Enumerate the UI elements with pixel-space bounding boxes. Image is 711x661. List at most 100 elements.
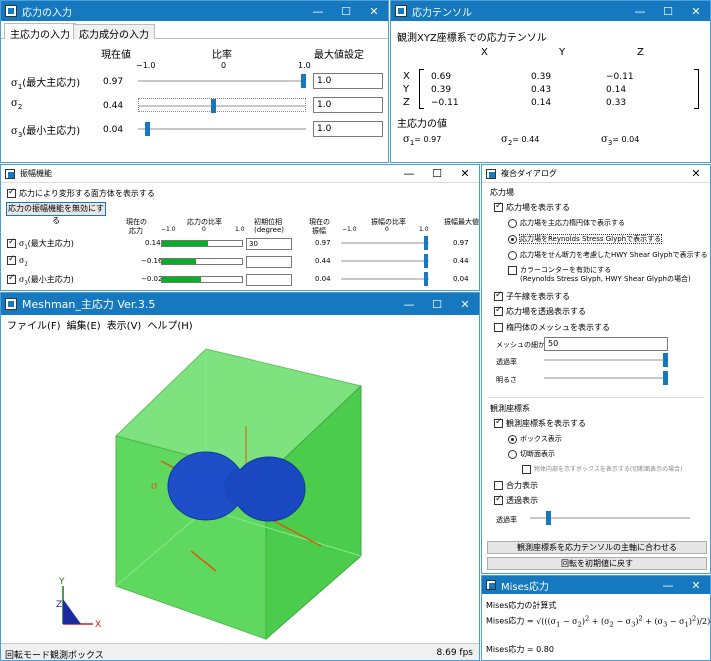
radio-reynolds[interactable]: 応力場をReynolds Stress Glyphで表示する <box>508 234 663 244</box>
group-stress-field: 応力場 <box>490 188 514 197</box>
vib-current-value: −0.02 <box>141 275 163 283</box>
slider-thumb[interactable] <box>424 254 428 268</box>
resultant-checkbox[interactable]: 合力表示 <box>494 480 538 491</box>
sigma-suffix: (最大主応力) <box>22 78 81 89</box>
tab-principal[interactable]: 主応力の入力 <box>4 23 76 41</box>
app-icon <box>395 5 407 17</box>
vib-row-checkbox[interactable] <box>7 237 16 248</box>
sigma-label: σ <box>151 481 158 492</box>
vib-amp-slider[interactable] <box>341 254 429 268</box>
vib-amp-max: 0.04 <box>453 275 469 283</box>
vib-phase-input[interactable] <box>246 274 292 286</box>
bright-slider[interactable] <box>544 371 668 385</box>
vib-amp-slider[interactable] <box>341 236 429 250</box>
deform-checkbox[interactable]: 応力により変形する面方体を表示する <box>7 187 155 199</box>
tab-components[interactable]: 応力成分の入力 <box>73 24 155 41</box>
vib-phase-input[interactable]: 30 <box>246 238 292 250</box>
vib-row-checkbox[interactable] <box>7 254 16 265</box>
menu-item[interactable]: 編集(E) <box>64 315 104 332</box>
matrix-bracket-left <box>419 69 424 109</box>
tensor-col-x: X <box>481 47 488 58</box>
slider-track <box>138 80 306 82</box>
minimize-icon[interactable]: — <box>654 579 682 592</box>
slider-thumb[interactable] <box>210 99 216 113</box>
viewport-3d[interactable]: σ Y Z X <box>1 331 479 643</box>
tensor-row-y: Y <box>403 84 410 95</box>
stress-max-input[interactable]: 1.0 <box>313 97 383 113</box>
close-icon[interactable]: ✕ <box>360 5 388 18</box>
maximize-icon[interactable]: ☐ <box>654 5 682 18</box>
stress-row-value: 0.04 <box>103 125 124 135</box>
ellipse-mesh-checkbox[interactable]: 楕円体のメッシュを表示する <box>494 322 610 333</box>
options-titlebar[interactable]: 複合ダイアログ ✕ <box>482 165 710 183</box>
menu-item[interactable]: 表示(V) <box>104 315 145 332</box>
axis-y-label: Y <box>58 577 65 587</box>
stress-ratio-slider[interactable] <box>138 122 306 136</box>
tensor-col-z: Z <box>637 47 644 58</box>
slider-track <box>341 260 429 262</box>
principal-number: = 0.04 <box>612 135 640 144</box>
close-icon[interactable]: ✕ <box>451 167 479 180</box>
bright-label: 明るさ <box>496 376 517 384</box>
slider-thumb[interactable] <box>301 74 306 88</box>
scale-mid: 0 <box>221 61 227 70</box>
close-icon[interactable]: ✕ <box>682 167 710 180</box>
show-field-checkbox[interactable]: 応力場を表示する <box>494 201 570 213</box>
menu-bar: ファイル(F) 編集(E) 表示(V) ヘルプ(H) <box>1 315 479 332</box>
vib-row-label[interactable]: σ2 <box>7 254 28 268</box>
principal-heading: 主応力の値 <box>397 119 447 130</box>
radio-hwy[interactable]: 応力場をせん断力を考慮したHWY Shear Glyphで表示する <box>508 250 708 260</box>
slider-thumb[interactable] <box>424 272 428 286</box>
vib-ratio-bar <box>161 276 243 283</box>
mises-titlebar[interactable]: Mises応力 — ✕ <box>482 576 710 594</box>
minimize-icon[interactable]: — <box>304 5 332 18</box>
disable-vibration-button[interactable]: 応力の振幅機能を無効にする <box>6 202 106 225</box>
reset-rotation-button[interactable]: 回転を初期値に戻す <box>487 557 707 570</box>
radio-section[interactable]: 切断面表示 <box>508 449 555 459</box>
stress-ratio-slider[interactable] <box>138 98 306 113</box>
tensor-row-x: X <box>403 71 410 82</box>
close-icon[interactable]: ✕ <box>451 298 479 311</box>
principal-value: σ1= 0.97 <box>403 134 441 147</box>
ratio-scale-max: 1.0 <box>235 226 245 233</box>
tensor-cell: 0.69 <box>431 72 452 82</box>
viewer-titlebar[interactable]: Meshman_主応力 Ver.3.5 — ☐ ✕ <box>1 293 479 315</box>
transparent2-checkbox[interactable]: 透過表示 <box>494 494 538 506</box>
transparent-checkbox[interactable]: 応力場を透過表示する <box>494 305 586 317</box>
vibration-window: 振幅機能 — ☐ ✕ 応力により変形する面方体を表示する 応力の振幅機能を無効に… <box>0 164 480 291</box>
vib-amp-slider[interactable] <box>341 272 429 286</box>
radio-ellipsoid[interactable]: 応力場を主応力楕円体で表示する <box>508 218 625 228</box>
vib-row-label[interactable]: σ1(最大主応力) <box>7 237 74 251</box>
sigma-symbol: σ <box>501 134 508 145</box>
transp2-slider[interactable] <box>530 511 690 525</box>
vib-phase-input[interactable] <box>246 256 292 268</box>
vibration-titlebar[interactable]: 振幅機能 — ☐ ✕ <box>1 165 479 183</box>
menu-item[interactable]: ファイル(F) <box>4 315 64 332</box>
stress-input-titlebar[interactable]: 応力の入力 — ☐ ✕ <box>1 1 388 21</box>
stress-max-input[interactable]: 1.0 <box>313 121 383 137</box>
stress-ratio-slider[interactable] <box>138 74 306 88</box>
vib-row-checkbox[interactable] <box>7 273 16 284</box>
maximize-icon[interactable]: ☐ <box>423 167 451 180</box>
minimize-icon[interactable]: — <box>395 167 423 180</box>
minimize-icon[interactable]: — <box>626 5 654 18</box>
slider-thumb[interactable] <box>424 236 428 250</box>
maximize-icon[interactable]: ☐ <box>332 5 360 18</box>
close-icon[interactable]: ✕ <box>682 579 710 592</box>
minimize-icon[interactable]: — <box>395 298 423 311</box>
radio-box[interactable]: ボックス表示 <box>508 434 562 444</box>
menu-item[interactable]: ヘルプ(H) <box>144 315 195 332</box>
slider-thumb[interactable] <box>144 122 150 136</box>
align-axes-button[interactable]: 観測座標系を応力テンソルの主軸に合わせる <box>487 541 707 554</box>
cross-checkbox[interactable]: 子午線を表示する <box>494 290 570 302</box>
close-icon[interactable]: ✕ <box>682 5 710 18</box>
show-coord-checkbox[interactable]: 観測座標系を表示する <box>494 417 586 429</box>
vib-row-label[interactable]: σ3(最小主応力) <box>7 273 74 287</box>
tensor-titlebar[interactable]: 応力テンソル — ☐ ✕ <box>391 1 710 21</box>
maximize-icon[interactable]: ☐ <box>423 298 451 311</box>
transp-slider[interactable] <box>544 353 668 367</box>
col-max: 最大値設定 <box>314 50 364 61</box>
inside-box-checkbox[interactable]: 物体内部を示すボックスを表示する(切断面表示の場合) <box>522 464 683 474</box>
stress-max-input[interactable]: 1.0 <box>313 73 383 89</box>
mesh-input[interactable]: 50 <box>544 337 668 351</box>
